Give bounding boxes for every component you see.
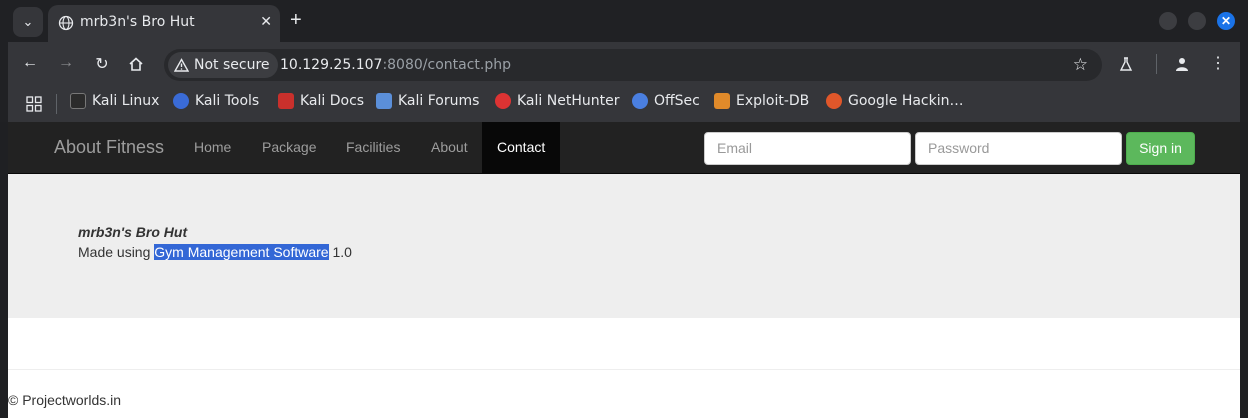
kali-docs-icon — [278, 93, 294, 109]
made-prefix: Made using — [78, 244, 155, 260]
apps-grid-icon[interactable] — [26, 96, 42, 112]
software-version: 1.0 — [328, 244, 352, 260]
bookmarks-divider — [56, 94, 57, 114]
close-icon[interactable]: ✕ — [260, 13, 272, 30]
ghdb-icon — [826, 93, 842, 109]
password-input[interactable]: Password — [915, 132, 1122, 165]
bookmark-offsec[interactable]: OffSec — [632, 93, 700, 109]
forward-icon[interactable]: → — [56, 54, 76, 72]
back-icon[interactable]: ← — [20, 54, 40, 72]
star-icon[interactable]: ☆ — [1073, 55, 1088, 75]
nav-package[interactable]: Package — [247, 122, 331, 173]
url-text: 10.129.25.107:8080/contact.php — [280, 57, 511, 73]
footer-text: © Projectworlds.in — [8, 392, 122, 408]
bookmark-kali-tools[interactable]: Kali Tools — [173, 93, 259, 109]
bookmark-exploit-db[interactable]: Exploit-DB — [714, 93, 809, 109]
sign-in-button[interactable]: Sign in — [1126, 132, 1195, 165]
chevron-down-icon: ⌄ — [22, 14, 34, 29]
bookmark-label: Kali NetHunter — [517, 93, 620, 109]
bookmark-label: Google Hackin… — [848, 93, 964, 109]
nethunter-icon — [495, 93, 511, 109]
bookmark-kali-docs[interactable]: Kali Docs — [278, 93, 364, 109]
globe-icon — [58, 15, 74, 31]
home-icon[interactable] — [128, 56, 144, 72]
site-brand[interactable]: About Fitness — [54, 137, 164, 158]
new-tab-button[interactable]: + — [290, 10, 302, 30]
url-host: 10.129.25.107 — [280, 57, 383, 73]
nav-facilities[interactable]: Facilities — [331, 122, 415, 173]
site-name: mrb3n's Bro Hut — [78, 224, 188, 240]
bookmark-kali-linux[interactable]: Kali Linux — [70, 93, 159, 109]
bookmark-label: Kali Forums — [398, 93, 480, 109]
footer-divider — [8, 369, 1240, 370]
site-navbar: About Fitness Home Package Facilities Ab… — [8, 122, 1240, 174]
exploit-db-icon — [714, 93, 730, 109]
nav-contact[interactable]: Contact — [482, 122, 561, 173]
url-path: :8080/contact.php — [382, 57, 511, 73]
browser-chrome: ⌄ mrb3n's Bro Hut ✕ + ✕ ← → ↻ Not secure… — [0, 0, 1248, 122]
browser-tab[interactable]: mrb3n's Bro Hut ✕ — [48, 5, 280, 42]
offsec-icon — [632, 93, 648, 109]
warning-icon — [174, 58, 189, 72]
software-name: Gym Management Software — [154, 244, 329, 260]
kali-forums-icon — [376, 93, 392, 109]
bookmark-label: Kali Tools — [195, 93, 260, 109]
bookmark-kali-forums[interactable]: Kali Forums — [376, 93, 479, 109]
bookmark-google-hacking[interactable]: Google Hackin… — [826, 93, 964, 109]
toolbar: ← → ↻ Not secure 10.129.25.107:8080/cont… — [8, 42, 1240, 86]
reload-icon[interactable]: ↻ — [92, 54, 112, 74]
email-input[interactable]: Email — [704, 132, 911, 165]
menu-icon[interactable]: ⋮ — [1208, 53, 1228, 73]
security-label: Not secure — [194, 57, 270, 73]
kali-dragon-icon — [70, 93, 86, 109]
security-chip[interactable]: Not secure — [168, 52, 278, 78]
bookmarks-bar: Kali Linux Kali Tools Kali Docs Kali For… — [8, 86, 1240, 122]
tab-title: mrb3n's Bro Hut — [80, 14, 195, 30]
bookmark-label: Kali Docs — [300, 93, 365, 109]
nav-about[interactable]: About — [416, 122, 483, 173]
tab-search-button[interactable]: ⌄ — [13, 7, 43, 37]
bookmark-label: Exploit-DB — [736, 93, 810, 109]
bookmark-label: OffSec — [654, 93, 700, 109]
contact-section: mrb3n's Bro Hut Made using Gym Managemen… — [8, 174, 1240, 318]
bookmark-kali-nethunter[interactable]: Kali NetHunter — [495, 93, 619, 109]
profile-icon[interactable] — [1174, 56, 1190, 72]
minimize-button[interactable] — [1159, 12, 1177, 30]
kali-tools-icon — [173, 93, 189, 109]
toolbar-divider — [1156, 54, 1157, 74]
flask-icon[interactable] — [1118, 56, 1134, 72]
web-page: About Fitness Home Package Facilities Ab… — [8, 122, 1240, 418]
nav-home[interactable]: Home — [179, 122, 246, 173]
tab-strip: ⌄ mrb3n's Bro Hut ✕ + ✕ — [0, 0, 1248, 42]
window-close-button[interactable]: ✕ — [1217, 12, 1235, 30]
bookmark-label: Kali Linux — [92, 93, 160, 109]
maximize-button[interactable] — [1188, 12, 1206, 30]
made-using-line: Made using Gym Management Software 1.0 — [78, 244, 352, 260]
address-bar[interactable]: Not secure 10.129.25.107:8080/contact.ph… — [164, 49, 1102, 81]
